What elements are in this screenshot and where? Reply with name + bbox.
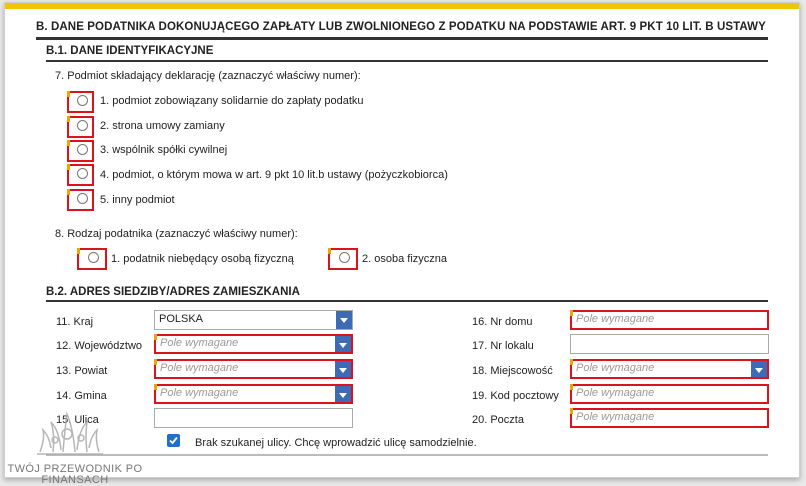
q7-option-5: 5. inny podmiot bbox=[100, 194, 175, 206]
radio-circle-icon bbox=[77, 144, 88, 155]
gmina-label: 14. Gmina bbox=[56, 390, 107, 402]
poczta-input[interactable]: Pole wymagane bbox=[570, 408, 769, 428]
kraj-value: POLSKA bbox=[159, 313, 204, 325]
chevron-down-icon[interactable] bbox=[335, 336, 351, 352]
form-page: B. DANE PODATNIKA DOKONUJĄCEGO ZAPŁATY L… bbox=[4, 2, 800, 478]
ulica-input[interactable] bbox=[154, 408, 353, 428]
b2-title: B.2. ADRES SIEDZIBY/ADRES ZAMIESZKANIA bbox=[46, 286, 300, 298]
wojewodztwo-label: 12. Województwo bbox=[56, 340, 143, 352]
q7-option-2: 2. strona umowy zamiany bbox=[100, 120, 225, 132]
q7-label: 7. Podmiot składający deklarację (zaznac… bbox=[55, 70, 361, 82]
q8-option-2: 2. osoba fizyczna bbox=[362, 253, 447, 265]
nr-domu-label: 16. Nr domu bbox=[472, 316, 533, 328]
kod-pocztowy-input[interactable]: Pole wymagane bbox=[570, 384, 769, 404]
q7-radio-5[interactable] bbox=[67, 189, 94, 211]
watermark-logo-icon bbox=[37, 411, 103, 455]
wojewodztwo-placeholder: Pole wymagane bbox=[160, 337, 239, 349]
b1-title: B.1. DANE IDENTYFIKACYJNE bbox=[46, 45, 214, 57]
powiat-placeholder: Pole wymagane bbox=[160, 362, 239, 374]
q7-radio-4[interactable] bbox=[67, 164, 94, 186]
wojewodztwo-select[interactable]: Pole wymagane bbox=[154, 334, 353, 354]
gmina-placeholder: Pole wymagane bbox=[160, 387, 239, 399]
chevron-down-icon[interactable] bbox=[336, 311, 352, 329]
q7-radio-2[interactable] bbox=[67, 116, 94, 138]
watermark-text-line2: FINANSACH bbox=[41, 474, 109, 486]
b1-divider bbox=[46, 60, 768, 62]
section-divider bbox=[36, 37, 768, 40]
radio-circle-icon bbox=[77, 168, 88, 179]
chevron-down-icon[interactable] bbox=[335, 361, 351, 377]
chevron-down-icon[interactable] bbox=[751, 361, 767, 377]
manual-street-checkbox[interactable] bbox=[167, 434, 180, 447]
q7-option-1: 1. podmiot zobowiązany solidarnie do zap… bbox=[100, 95, 364, 107]
kod-pocztowy-placeholder: Pole wymagane bbox=[576, 387, 655, 399]
q8-label: 8. Rodzaj podatnika (zaznaczyć właściwy … bbox=[55, 228, 298, 240]
radio-circle-icon bbox=[77, 120, 88, 131]
check-icon bbox=[169, 436, 178, 445]
radio-circle-icon bbox=[77, 95, 88, 106]
chevron-down-icon[interactable] bbox=[335, 386, 351, 402]
bottom-divider bbox=[46, 454, 768, 456]
nr-domu-input[interactable]: Pole wymagane bbox=[570, 310, 769, 330]
powiat-label: 13. Powiat bbox=[56, 365, 108, 377]
miejscowosc-select[interactable]: Pole wymagane bbox=[570, 359, 769, 379]
poczta-placeholder: Pole wymagane bbox=[576, 411, 655, 423]
q7-option-4: 4. podmiot, o którym mowa w art. 9 pkt 1… bbox=[100, 169, 448, 181]
gmina-select[interactable]: Pole wymagane bbox=[154, 384, 353, 404]
section-b-title: B. DANE PODATNIKA DOKONUJĄCEGO ZAPŁATY L… bbox=[36, 21, 766, 33]
kod-pocztowy-label: 19. Kod pocztowy bbox=[472, 390, 559, 402]
powiat-select[interactable]: Pole wymagane bbox=[154, 359, 353, 379]
q7-radio-1[interactable] bbox=[67, 91, 94, 113]
miejscowosc-label: 18. Miejscowość bbox=[472, 365, 553, 377]
q8-radio-2[interactable] bbox=[328, 248, 358, 270]
manual-street-label: Brak szukanej ulicy. Chcę wprowadzić uli… bbox=[195, 437, 477, 449]
q8-option-1: 1. podatnik niebędący osobą fizyczną bbox=[111, 253, 294, 265]
b2-divider bbox=[46, 300, 768, 302]
top-accent-bar bbox=[5, 3, 799, 9]
miejscowosc-placeholder: Pole wymagane bbox=[576, 362, 655, 374]
radio-circle-icon bbox=[339, 252, 350, 263]
nr-lokalu-input[interactable] bbox=[570, 334, 769, 354]
q7-radio-3[interactable] bbox=[67, 140, 94, 162]
poczta-label: 20. Poczta bbox=[472, 414, 524, 426]
q8-radio-1[interactable] bbox=[77, 248, 107, 270]
radio-circle-icon bbox=[77, 193, 88, 204]
kraj-label: 11. Kraj bbox=[56, 316, 94, 328]
kraj-select[interactable]: POLSKA bbox=[154, 310, 353, 330]
radio-circle-icon bbox=[88, 252, 99, 263]
nr-domu-placeholder: Pole wymagane bbox=[576, 313, 655, 325]
q7-option-3: 3. wspólnik spółki cywilnej bbox=[100, 144, 228, 156]
nr-lokalu-label: 17. Nr lokalu bbox=[472, 340, 534, 352]
